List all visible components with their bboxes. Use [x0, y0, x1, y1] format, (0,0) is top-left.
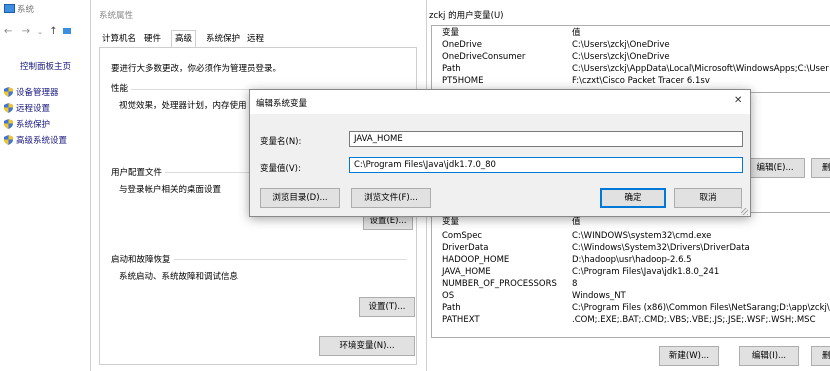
dialog-title: 系统属性 — [99, 11, 134, 21]
browse-directory-button[interactable]: 浏览目录(D)... — [260, 188, 340, 208]
list-item[interactable]: OneDrive C:\Users\zckj\OneDrive — [432, 40, 830, 52]
user-vars-list[interactable]: 变量值 OneDrive C:\Users\zckj\OneDrive OneDr… — [431, 25, 830, 93]
startup-settings-button[interactable]: 设置(T)... — [359, 297, 415, 317]
shield-icon — [4, 119, 13, 129]
system-edit-button[interactable]: 编辑(I)... — [739, 346, 799, 366]
list-item[interactable]: Path C:\Program Files (x86)\Common Files\… — [432, 303, 830, 315]
edit-system-variable-dialog: 编辑系统变量 ✕ 变量名(N): JAVA_HOME 变量值(V): C:\Pr… — [249, 89, 751, 217]
system-vars-list[interactable]: 变量值 ComSpec C:\WINDOWS\system32\cmd.exe D… — [431, 212, 830, 338]
user-vars-group-title: zckj 的用户变量(U) — [429, 9, 507, 21]
tab-system-protection[interactable]: 系统保护 — [203, 32, 243, 47]
environment-variables-button[interactable]: 环境变量(N)... — [319, 336, 415, 356]
list-header: 变量值 — [442, 217, 581, 227]
dialog-titlebar — [250, 90, 750, 114]
list-item[interactable]: HADOOP_HOME D:\hadoop\usr\hadoop-2.6.5 — [432, 255, 830, 267]
user-edit-button[interactable]: 编辑(E)... — [745, 158, 805, 178]
variable-name-label: 变量名(N): — [260, 137, 302, 147]
control-panel-window: 系统 ← → ⌄ ↑ 控制面板主页 设备管理器 远程设置 系统保护 高级系统设置 — [0, 0, 90, 371]
folder-icon — [62, 28, 71, 34]
list-item[interactable]: DriverData C:\Windows\System32\Drivers\Dr… — [432, 243, 830, 255]
ok-button[interactable]: 确定 — [600, 188, 666, 208]
shield-icon — [4, 135, 13, 145]
browse-file-button[interactable]: 浏览文件(F)... — [351, 188, 431, 208]
chevron-down-icon[interactable]: ⌄ — [37, 28, 43, 36]
user-delete-button[interactable]: 删 — [811, 158, 830, 178]
forward-arrow-icon[interactable]: → — [22, 26, 30, 37]
cancel-button[interactable]: 取消 — [674, 188, 742, 208]
profiles-desc: 与登录帐户相关的桌面设置 — [119, 185, 222, 195]
device-manager-link[interactable]: 设备管理器 — [4, 86, 59, 98]
tab-remote[interactable]: 远程 — [244, 32, 267, 47]
advanced-system-settings-link[interactable]: 高级系统设置 — [4, 134, 67, 146]
resize-grip-icon[interactable] — [741, 208, 748, 215]
variable-value-label: 变量值(V): — [260, 164, 301, 174]
up-arrow-icon[interactable]: ↑ — [49, 26, 57, 37]
list-item[interactable]: JAVA_HOME C:\Program Files\Java\jdk1.8.0_… — [432, 267, 830, 279]
profiles-group-title: 用户配置文件 — [111, 166, 166, 178]
variable-name-input[interactable]: JAVA_HOME — [349, 131, 743, 147]
nav-bar: ← → ⌄ ↑ — [4, 26, 71, 37]
shield-icon — [4, 87, 13, 97]
tab-hardware[interactable]: 硬件 — [141, 32, 164, 47]
close-icon[interactable]: ✕ — [734, 95, 742, 106]
system-icon — [4, 4, 15, 13]
control-panel-home-link[interactable]: 控制面板主页 — [20, 60, 71, 72]
system-new-button[interactable]: 新建(W)... — [659, 346, 719, 366]
startup-group-title: 启动和故障恢复 — [111, 253, 174, 265]
performance-group-title: 性能 — [111, 82, 132, 94]
list-item[interactable]: OneDriveConsumer C:\Users\zckj\OneDrive — [432, 52, 830, 64]
shield-icon — [4, 103, 13, 113]
list-item[interactable]: PT5HOME F:\czxt\Cisco Packet Tracer 6.1sv — [432, 76, 830, 88]
list-item[interactable]: OS Windows_NT — [432, 291, 830, 303]
list-item[interactable]: Path C:\Users\zckj\AppData\Local\Microsof… — [432, 64, 830, 76]
startup-desc: 系统启动、系统故障和调试信息 — [119, 272, 239, 282]
list-header: 变量值 — [442, 28, 581, 38]
back-arrow-icon[interactable]: ← — [4, 26, 12, 37]
list-item[interactable]: ComSpec C:\WINDOWS\system32\cmd.exe — [432, 231, 830, 243]
performance-desc: 视觉效果，处理器计划，内存使用 — [119, 101, 247, 111]
list-item[interactable]: NUMBER_OF_PROCESSORS 8 — [432, 279, 830, 291]
remote-settings-link[interactable]: 远程设置 — [4, 102, 50, 114]
system-delete-button[interactable]: 删 — [811, 346, 830, 366]
system-protection-link[interactable]: 系统保护 — [4, 118, 50, 130]
tab-advanced[interactable]: 高级 — [171, 30, 197, 48]
variable-value-input[interactable]: C:\Program Files\Java\jdk1.7.0_80 — [349, 157, 743, 173]
tab-computer-name[interactable]: 计算机名 — [99, 32, 139, 47]
admin-note: 要进行大多数更改，你必须作为管理员登录。 — [111, 64, 282, 74]
window-title: 系统 — [4, 3, 34, 15]
list-item[interactable]: PATHEXT .COM;.EXE;.BAT;.CMD;.VBS;.VBE;.JS… — [432, 315, 830, 327]
dialog-title: 编辑系统变量 — [256, 99, 308, 109]
